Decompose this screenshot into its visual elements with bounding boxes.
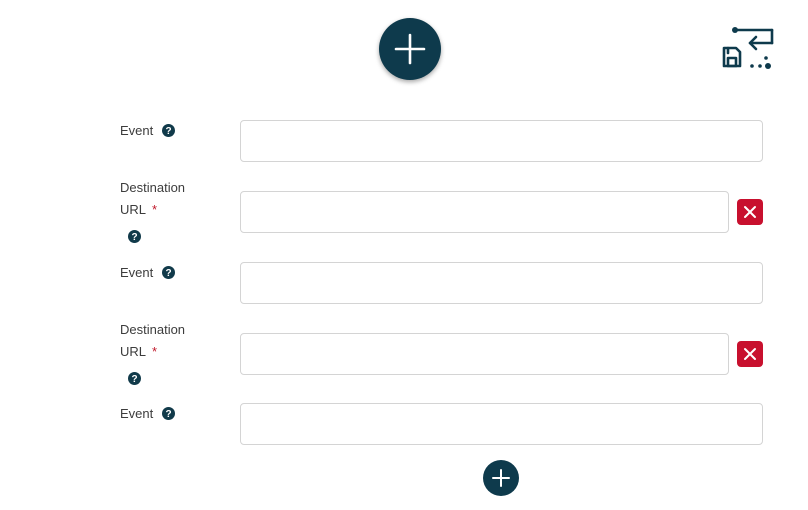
svg-text:?: ? bbox=[165, 268, 171, 279]
destination-url-input[interactable] bbox=[240, 333, 729, 375]
destination-url-label: Destination URL * bbox=[120, 177, 185, 221]
event-input[interactable] bbox=[240, 120, 763, 162]
event-label: Event bbox=[120, 403, 153, 425]
event-input[interactable] bbox=[240, 403, 763, 445]
save-and-return-icon bbox=[722, 27, 774, 69]
event-input[interactable] bbox=[240, 262, 763, 304]
destination-url-input[interactable] bbox=[240, 191, 729, 233]
question-circle-icon[interactable]: ? bbox=[128, 230, 141, 243]
svg-text:?: ? bbox=[165, 409, 171, 420]
remove-row-button[interactable] bbox=[737, 341, 763, 367]
event-label: Event bbox=[120, 262, 153, 284]
question-circle-icon[interactable]: ? bbox=[162, 266, 175, 279]
plus-icon bbox=[394, 33, 426, 65]
destination-label-line2: URL bbox=[120, 202, 147, 217]
svg-text:?: ? bbox=[165, 126, 171, 137]
destination-url-label: Destination URL * bbox=[120, 319, 185, 363]
question-circle-icon[interactable]: ? bbox=[162, 124, 175, 137]
close-icon bbox=[744, 348, 756, 360]
required-asterisk: * bbox=[152, 202, 158, 217]
question-circle-icon[interactable]: ? bbox=[128, 372, 141, 385]
destination-label-line1: Destination bbox=[120, 180, 186, 195]
add-row-button-bottom[interactable] bbox=[483, 460, 519, 496]
plus-icon bbox=[492, 469, 510, 487]
close-icon bbox=[744, 206, 756, 218]
question-circle-icon[interactable]: ? bbox=[162, 407, 175, 420]
destination-label-line2: URL bbox=[120, 344, 147, 359]
destination-label-line1: Destination bbox=[120, 322, 186, 337]
event-label: Event bbox=[120, 120, 153, 142]
svg-text:?: ? bbox=[131, 232, 137, 243]
required-asterisk: * bbox=[152, 344, 158, 359]
event-label-text: Event bbox=[120, 123, 154, 138]
event-label-text: Event bbox=[120, 265, 154, 280]
event-label-text: Event bbox=[120, 406, 154, 421]
svg-text:?: ? bbox=[131, 374, 137, 385]
remove-row-button[interactable] bbox=[737, 199, 763, 225]
save-and-return-button[interactable] bbox=[720, 26, 776, 72]
add-row-button-top[interactable] bbox=[379, 18, 441, 80]
